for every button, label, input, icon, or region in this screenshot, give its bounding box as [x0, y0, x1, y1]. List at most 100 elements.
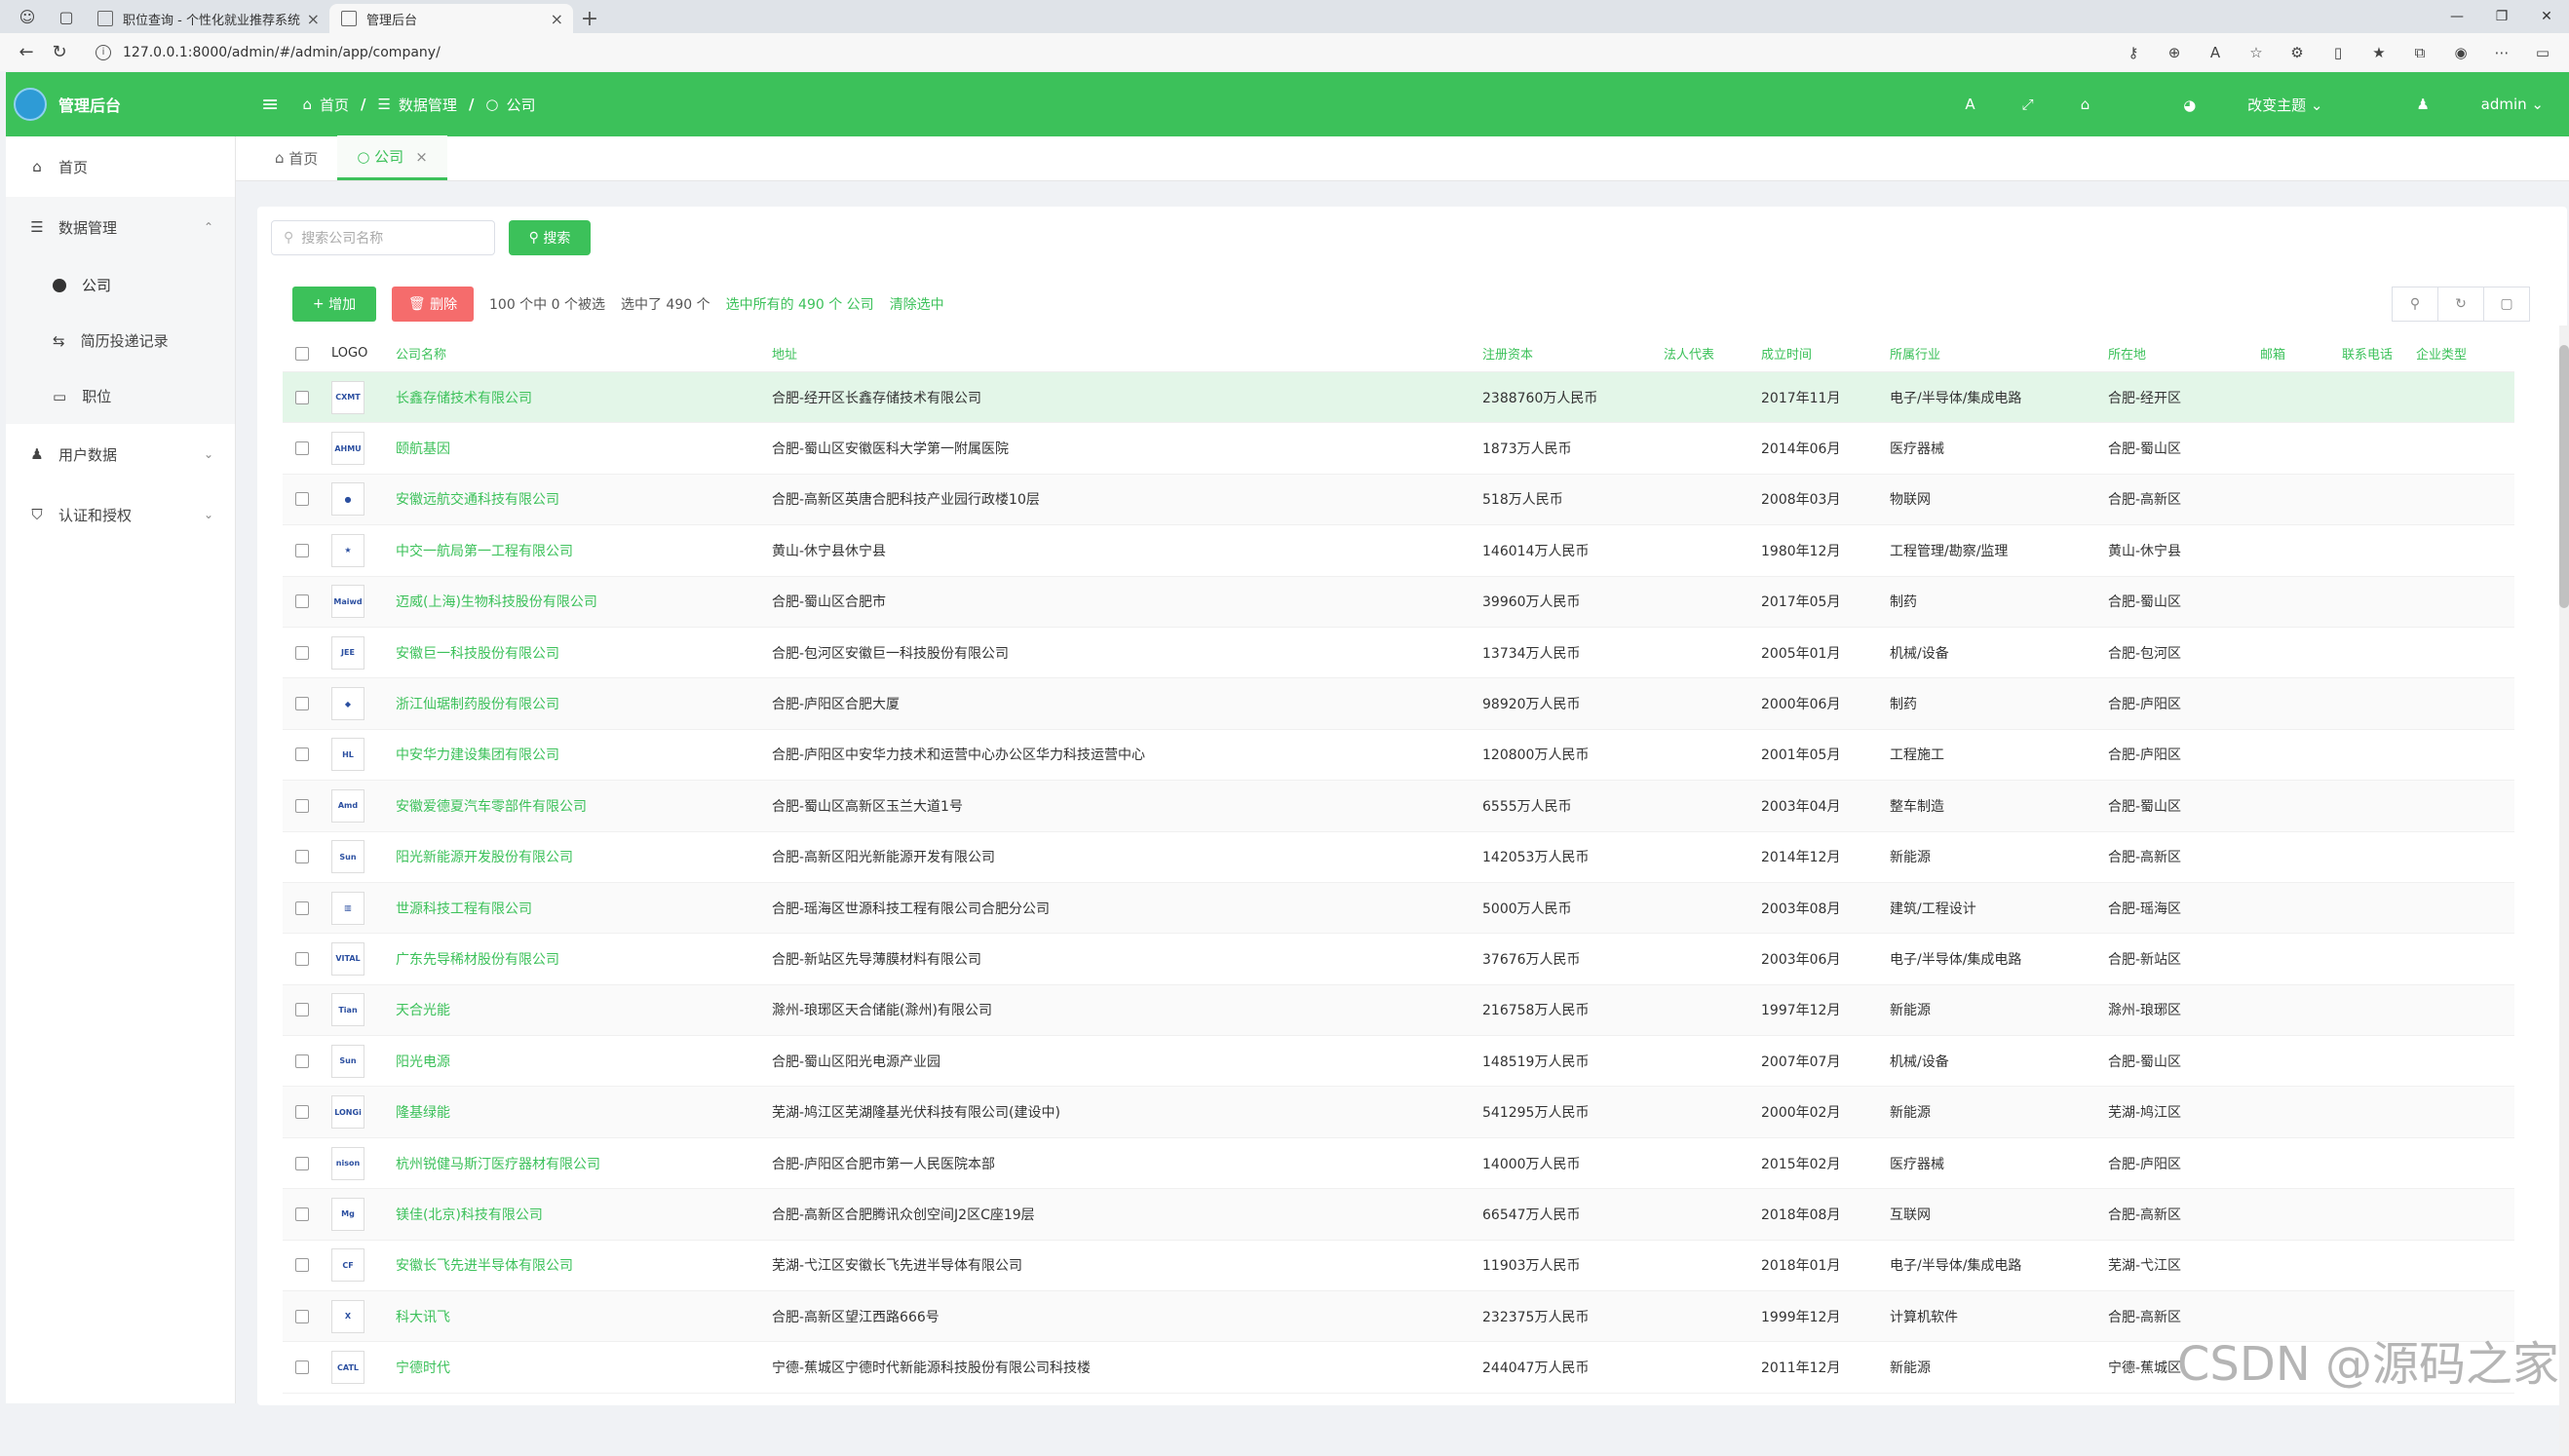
- company-name-link[interactable]: 天合光能: [394, 1000, 772, 1019]
- home-icon[interactable]: ⌂: [2081, 96, 2090, 113]
- row-checkbox[interactable]: [295, 1003, 309, 1016]
- company-name-link[interactable]: 宁德时代: [394, 1358, 772, 1377]
- table-row[interactable]: Maiwd迈威(上海)生物科技股份有限公司合肥-蜀山区合肥市39960万人民币2…: [283, 577, 2514, 628]
- favorite-icon[interactable]: ☆: [2245, 44, 2267, 61]
- company-name-link[interactable]: 安徽爱德夏汽车零部件有限公司: [394, 796, 772, 816]
- clear-selection-link[interactable]: 清除选中: [890, 294, 944, 314]
- company-name-link[interactable]: 中安华力建设集团有限公司: [394, 745, 772, 764]
- search-icon[interactable]: ⚲: [2392, 287, 2438, 322]
- company-name-link[interactable]: 浙江仙琚制药股份有限公司: [394, 694, 772, 713]
- row-checkbox[interactable]: [295, 646, 309, 660]
- back-icon[interactable]: ←: [10, 42, 43, 62]
- row-checkbox[interactable]: [295, 799, 309, 813]
- row-checkbox[interactable]: [295, 441, 309, 455]
- close-icon[interactable]: ×: [415, 148, 428, 166]
- favorites-icon[interactable]: ★: [2368, 44, 2390, 61]
- table-row[interactable]: Amd安徽爱德夏汽车零部件有限公司合肥-蜀山区高新区玉兰大道1号6555万人民币…: [283, 781, 2514, 831]
- browser-tab-job[interactable]: 职位查询 - 个性化就业推荐系统 ×: [86, 4, 329, 33]
- company-name-link[interactable]: 科大讯飞: [394, 1307, 772, 1326]
- breadcrumb-data[interactable]: 数据管理: [399, 95, 457, 115]
- table-row[interactable]: CF安徽长飞先进半导体有限公司芜湖-弋江区安徽长飞先进半导体有限公司11903万…: [283, 1241, 2514, 1291]
- column-header[interactable]: 法人代表: [1664, 344, 1761, 363]
- company-name-link[interactable]: 安徽远航交通科技有限公司: [394, 489, 772, 509]
- info-icon[interactable]: i: [96, 45, 111, 60]
- table-row[interactable]: Tian天合光能滁州-琅琊区天合储能(滁州)有限公司216758万人民币1997…: [283, 985, 2514, 1036]
- minimize-icon[interactable]: —: [2435, 9, 2479, 24]
- sidebar-item-data[interactable]: ☰ 数据管理 ⌃: [6, 197, 235, 257]
- row-checkbox[interactable]: [295, 1157, 309, 1170]
- browser-tab-admin[interactable]: 管理后台 ×: [329, 4, 573, 33]
- column-header[interactable]: 邮箱: [2260, 344, 2342, 363]
- company-name-link[interactable]: 杭州锐健马斯汀医疗器材有限公司: [394, 1154, 772, 1173]
- row-checkbox[interactable]: [295, 594, 309, 608]
- key-icon[interactable]: ⚷: [2123, 44, 2144, 61]
- row-checkbox[interactable]: [295, 1207, 309, 1221]
- search-button[interactable]: ⚲ 搜索: [509, 220, 591, 255]
- company-name-link[interactable]: 阳光电源: [394, 1052, 772, 1071]
- tab-actions-icon[interactable]: ▢: [47, 0, 86, 33]
- row-checkbox[interactable]: [295, 697, 309, 710]
- table-row[interactable]: ★中交一航局第一工程有限公司黄山-休宁县休宁县146014万人民币1980年12…: [283, 525, 2514, 576]
- table-row[interactable]: ◆浙江仙琚制药股份有限公司合肥-庐阳区合肥大厦98920万人民币2000年06月…: [283, 678, 2514, 729]
- fullscreen-icon[interactable]: ⤢: [2022, 96, 2034, 113]
- row-checkbox[interactable]: [295, 544, 309, 557]
- row-checkbox[interactable]: [295, 747, 309, 761]
- table-row[interactable]: JEE安徽巨一科技股份有限公司合肥-包河区安徽巨一科技股份有限公司13734万人…: [283, 628, 2514, 678]
- sidebar-toggle-icon[interactable]: ▭: [2532, 44, 2553, 61]
- row-checkbox[interactable]: [295, 391, 309, 404]
- zoom-icon[interactable]: ⊕: [2164, 44, 2185, 61]
- company-name-link[interactable]: 长鑫存储技术有限公司: [394, 388, 772, 407]
- refresh-icon[interactable]: ↻: [43, 42, 76, 62]
- company-name-link[interactable]: 安徽长飞先进半导体有限公司: [394, 1255, 772, 1275]
- column-header[interactable]: 所在地: [2108, 344, 2260, 363]
- table-row[interactable]: LONGi隆基绿能芜湖-鸠江区芜湖隆基光伏科技有限公司(建设中)541295万人…: [283, 1087, 2514, 1137]
- sidebar-item-home[interactable]: ⌂ 首页: [6, 136, 235, 197]
- profile-icon[interactable]: ☺: [8, 0, 47, 33]
- company-name-link[interactable]: 中交一航局第一工程有限公司: [394, 541, 772, 560]
- user-menu[interactable]: ♟ admin ⌄: [2369, 96, 2544, 113]
- company-name-link[interactable]: 广东先导稀材股份有限公司: [394, 949, 772, 969]
- select-all-link[interactable]: 选中所有的 490 个 公司: [726, 294, 874, 314]
- company-name-link[interactable]: 世源科技工程有限公司: [394, 899, 772, 918]
- sidebar-item-auth[interactable]: ⛉ 认证和授权 ⌄: [6, 484, 235, 545]
- collections-icon[interactable]: ⧉: [2409, 44, 2431, 61]
- extensions-icon[interactable]: ⚙: [2286, 44, 2308, 61]
- read-aloud-icon[interactable]: A: [2205, 44, 2226, 61]
- search-input[interactable]: ⚲ 搜索公司名称: [271, 220, 495, 255]
- table-row[interactable]: Sun阳光新能源开发股份有限公司合肥-高新区阳光新能源开发有限公司142053万…: [283, 832, 2514, 883]
- table-row[interactable]: Sun阳光电源合肥-蜀山区阳光电源产业园148519万人民币2007年07月机械…: [283, 1036, 2514, 1087]
- row-checkbox[interactable]: [295, 1105, 309, 1119]
- more-icon[interactable]: ⋯: [2491, 44, 2512, 61]
- sidebar-item-users[interactable]: ♟ 用户数据 ⌄: [6, 424, 235, 484]
- row-checkbox[interactable]: [295, 1054, 309, 1068]
- shield-icon[interactable]: ◉: [2450, 44, 2472, 61]
- scrollbar[interactable]: [2559, 326, 2569, 1456]
- row-checkbox[interactable]: [295, 492, 309, 506]
- sidebar-item-resume[interactable]: ⇆ 简历投递记录: [6, 313, 235, 368]
- font-icon[interactable]: A: [1965, 96, 1975, 113]
- select-all-checkbox[interactable]: [295, 347, 309, 361]
- table-row[interactable]: nison杭州锐健马斯汀医疗器材有限公司合肥-庐阳区合肥市第一人民医院本部140…: [283, 1138, 2514, 1189]
- row-checkbox[interactable]: [295, 952, 309, 966]
- table-row[interactable]: VITAL广东先导稀材股份有限公司合肥-新站区先导薄膜材料有限公司37676万人…: [283, 934, 2514, 984]
- row-checkbox[interactable]: [295, 850, 309, 863]
- row-checkbox[interactable]: [295, 1258, 309, 1272]
- table-row[interactable]: Mg镁佳(北京)科技有限公司合肥-高新区合肥腾讯众创空间J2区C座19层6654…: [283, 1189, 2514, 1240]
- company-name-link[interactable]: 隆基绿能: [394, 1102, 772, 1122]
- column-header[interactable]: 所属行业: [1890, 344, 2108, 363]
- export-icon[interactable]: ▢: [2483, 287, 2530, 322]
- column-header[interactable]: 联系电话: [2342, 344, 2416, 363]
- row-checkbox[interactable]: [295, 901, 309, 915]
- close-icon[interactable]: ×: [551, 10, 563, 28]
- sidebar-item-job[interactable]: ▭ 职位: [6, 368, 235, 424]
- address-bar[interactable]: i 127.0.0.1:8000/admin/#/admin/app/compa…: [86, 39, 2123, 66]
- column-header[interactable]: 地址: [772, 344, 1482, 363]
- company-name-link[interactable]: 颐航基因: [394, 439, 772, 458]
- new-tab-button[interactable]: +: [573, 4, 606, 33]
- tab-home[interactable]: ⌂ 首页: [255, 135, 337, 180]
- split-icon[interactable]: ▯: [2327, 44, 2349, 61]
- window-close-icon[interactable]: ✕: [2524, 9, 2569, 24]
- company-name-link[interactable]: 阳光新能源开发股份有限公司: [394, 847, 772, 866]
- delete-button[interactable]: 🗑 删除: [392, 287, 474, 322]
- scrollbar-thumb[interactable]: [2559, 345, 2569, 608]
